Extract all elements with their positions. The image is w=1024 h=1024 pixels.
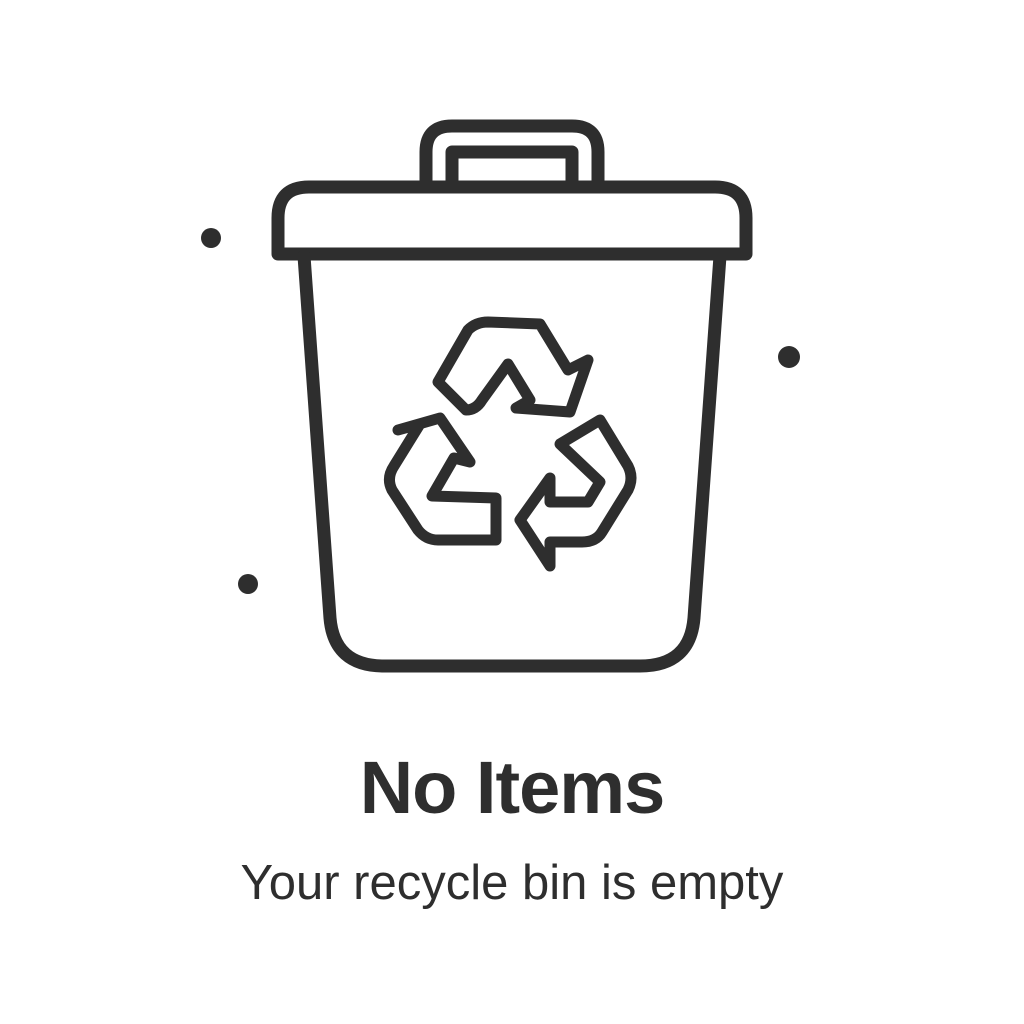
decor-dot-right [778,346,800,368]
empty-state-title: No Items [359,746,666,829]
bin-lid [271,180,753,261]
decor-dot-bottom-left [238,574,258,594]
recycle-arrow-left [383,412,502,546]
decor-dot-top-left [201,228,221,248]
empty-state: No Items Your recycle bin is empty [0,0,1024,1024]
empty-state-message: Your recycle bin is empty [240,856,784,910]
recycle-arrow-top [432,316,594,418]
recycle-symbol-icon [383,316,637,572]
recycle-bin-illustration [201,119,800,673]
recycle-arrow-right [514,414,637,572]
recycle-bin-icon [271,119,753,673]
